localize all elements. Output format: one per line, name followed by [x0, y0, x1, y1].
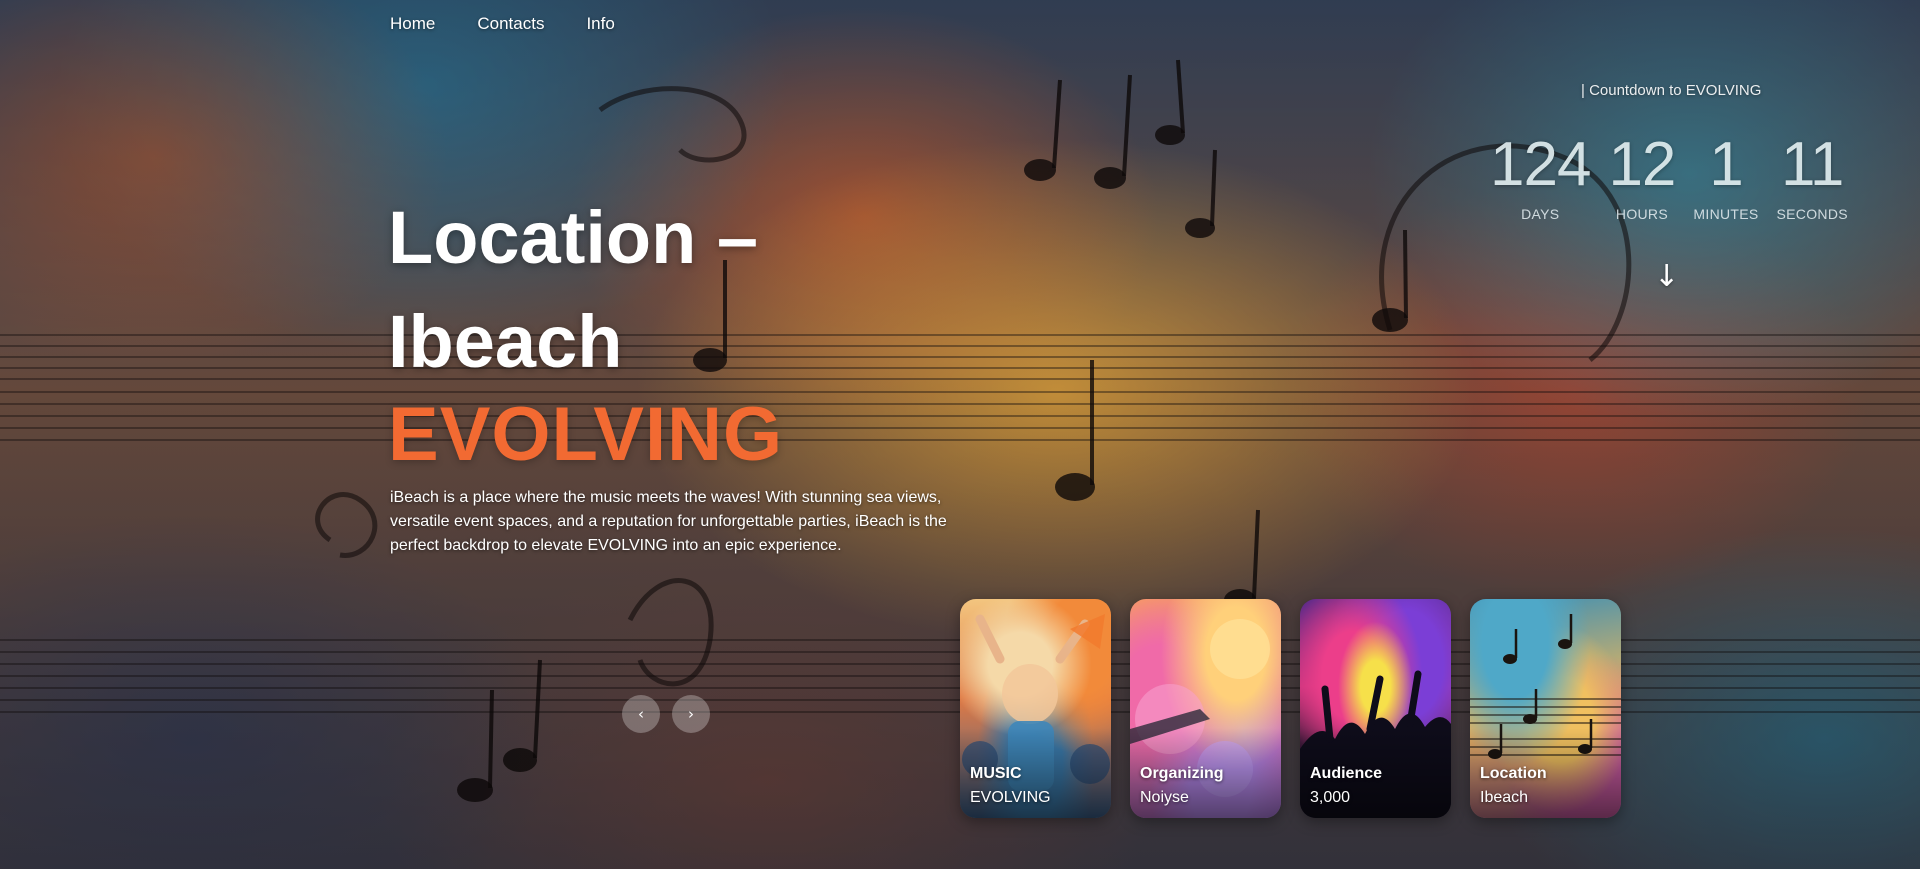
slider-prev-button[interactable]: ‹: [622, 695, 660, 733]
countdown-seconds-value: 11: [1781, 130, 1844, 199]
scroll-down-icon[interactable]: ↓: [1654, 260, 1679, 294]
card-music-value: EVOLVING: [970, 789, 1051, 806]
countdown-hours-value: 12: [1608, 130, 1676, 199]
card-organizing[interactable]: Organizing Noiyse: [1130, 599, 1281, 818]
card-music-title: MUSIC: [970, 765, 1022, 782]
countdown-days-label: DAYS: [1521, 206, 1560, 222]
info-cards: MUSIC EVOLVING Organizing Noiyse Audienc…: [960, 599, 1621, 818]
card-music[interactable]: MUSIC EVOLVING: [960, 599, 1111, 818]
countdown-days-value: 124: [1490, 130, 1591, 199]
countdown-minutes-value: 1: [1709, 130, 1743, 199]
countdown-minutes: 1 MINUTES: [1693, 126, 1758, 222]
top-nav: Home Contacts Info: [390, 14, 615, 34]
nav-home-link[interactable]: Home: [390, 14, 435, 34]
countdown-days: 124 DAYS: [1490, 126, 1591, 222]
hero-accent-title: EVOLVING: [388, 392, 784, 477]
nav-contacts-link[interactable]: Contacts: [477, 14, 544, 34]
chevron-left-icon: ‹: [638, 705, 644, 723]
hero-title: Location – Ibeach: [388, 186, 758, 394]
slider-next-button[interactable]: ›: [672, 695, 710, 733]
countdown-minutes-label: MINUTES: [1693, 206, 1759, 222]
slider-controls: ‹ ›: [622, 695, 710, 733]
card-audience-value: 3,000: [1310, 789, 1351, 806]
countdown-seconds: 11 SECONDS: [1777, 126, 1848, 222]
card-location[interactable]: Location Ibeach: [1470, 599, 1621, 818]
card-audience[interactable]: Audience 3,000: [1300, 599, 1451, 818]
chevron-right-icon: ›: [688, 705, 694, 723]
countdown-hours-label: HOURS: [1615, 206, 1668, 222]
countdown-label: | Countdown to EVOLVING: [1581, 82, 1762, 99]
countdown-seconds-label: SECONDS: [1776, 206, 1848, 222]
card-location-value: Ibeach: [1480, 789, 1529, 806]
countdown-hours: 12 HOURS: [1608, 126, 1676, 222]
card-location-title: Location: [1480, 765, 1547, 782]
card-audience-title: Audience: [1310, 765, 1383, 782]
hero-title-line1: Location –: [388, 196, 759, 279]
hero-title-line2: Ibeach: [388, 300, 623, 383]
card-organizing-value: Noiyse: [1140, 789, 1189, 806]
countdown-timer: 124 DAYS 12 HOURS 1 MINUTES 11 SECONDS: [1490, 126, 1848, 222]
nav-info-link[interactable]: Info: [586, 14, 614, 34]
hero-description: iBeach is a place where the music meets …: [390, 489, 947, 554]
card-organizing-title: Organizing: [1140, 765, 1224, 782]
